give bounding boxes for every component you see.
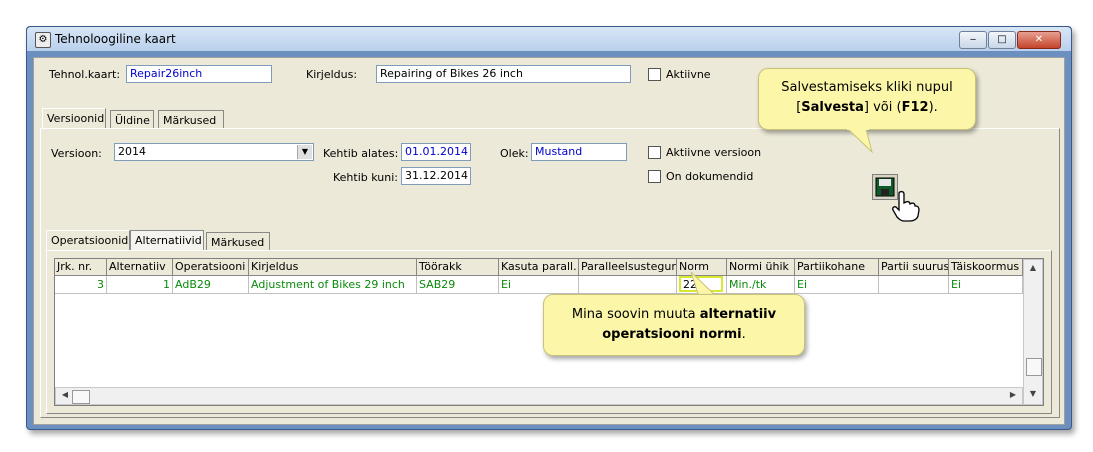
- horizontal-scrollbar[interactable]: ◀ ▶: [55, 387, 1023, 405]
- cell-batch-size[interactable]: [879, 276, 949, 294]
- valid-to-label: Kehtib kuni:: [333, 171, 398, 184]
- col-header-workcell[interactable]: Töörakk: [417, 259, 499, 276]
- save-hint-button-name: Salvesta: [801, 100, 864, 115]
- norm-hint-pre: Mina soovin muuta: [571, 307, 700, 322]
- version-value: 2014: [118, 145, 146, 158]
- col-header-operation[interactable]: Operatsiooni k: [173, 259, 249, 276]
- tab-notes[interactable]: Märkused: [158, 110, 224, 128]
- norm-hint-bold1: alternatiiv: [699, 307, 777, 322]
- col-header-description[interactable]: Kirjeldus: [249, 259, 417, 276]
- window-title: Tehnoloogiline kaart: [55, 32, 176, 46]
- tab-general[interactable]: Üldine: [110, 110, 154, 128]
- col-header-batch-size[interactable]: Partii suurus: [879, 259, 949, 276]
- cell-alternative[interactable]: 1: [107, 276, 173, 294]
- norm-hint-end: .: [741, 327, 746, 342]
- vertical-scroll-thumb[interactable]: [1026, 358, 1042, 376]
- scroll-right-icon[interactable]: ▶: [1006, 389, 1020, 403]
- minimize-button[interactable]: ‒: [959, 31, 987, 49]
- valid-to-field[interactable]: 31.12.2014: [401, 167, 471, 185]
- tab-versions[interactable]: Versioonid: [42, 108, 106, 128]
- description-label: Kirjeldus:: [306, 68, 358, 81]
- cell-description[interactable]: Adjustment of Bikes 29 inch: [249, 276, 417, 294]
- save-hint-line1: Salvestamiseks kliki nupul: [781, 80, 953, 95]
- save-callout-pointer: [846, 128, 873, 154]
- tab-alternatives[interactable]: Alternatiivid: [130, 230, 204, 250]
- status-field[interactable]: Mustand: [531, 143, 627, 161]
- horizontal-scroll-thumb[interactable]: [72, 390, 90, 404]
- version-select[interactable]: 2014 ▼: [114, 143, 314, 161]
- title-bar: ⚙ Tehnoloogiline kaart ‒ □ ✕: [27, 27, 1071, 51]
- cell-seq[interactable]: 3: [55, 276, 107, 294]
- has-documents-checkbox[interactable]: [648, 170, 661, 183]
- col-header-batch-based[interactable]: Partiikohane: [795, 259, 879, 276]
- active-version-label: Aktiivne versioon: [666, 146, 762, 159]
- save-hint-callout: Salvestamiseks kliki nupul [Salvesta] võ…: [758, 68, 976, 130]
- window-app-icon: ⚙: [35, 32, 51, 48]
- cell-use-parallel[interactable]: Ei: [499, 276, 579, 294]
- close-button[interactable]: ✕: [1017, 31, 1061, 49]
- norm-hint-bold2: operatsiooni normi: [602, 327, 742, 342]
- scroll-left-icon[interactable]: ◀: [58, 389, 72, 403]
- col-header-full-load[interactable]: Täiskoormus: [949, 259, 1023, 276]
- cell-workcell[interactable]: SAB29: [417, 276, 499, 294]
- vertical-scrollbar[interactable]: ▲ ▼: [1023, 259, 1043, 405]
- code-label: Tehnol.kaart:: [49, 68, 121, 81]
- cell-batch-based[interactable]: Ei: [795, 276, 879, 294]
- cell-parallel-factor[interactable]: [579, 276, 677, 294]
- valid-from-field[interactable]: 01.01.2014: [401, 143, 471, 161]
- save-hint-key: F12: [901, 100, 929, 115]
- scroll-down-icon[interactable]: ▼: [1026, 388, 1040, 402]
- col-header-parallel-factor[interactable]: Paralleelsustegur: [579, 259, 677, 276]
- tab-operations[interactable]: Operatsioonid: [46, 230, 130, 250]
- save-hint-mid: ] või (: [863, 100, 902, 115]
- col-header-alternative[interactable]: Alternatiiv: [107, 259, 173, 276]
- active-version-checkbox[interactable]: [648, 146, 661, 159]
- maximize-button[interactable]: □: [988, 31, 1016, 49]
- scroll-up-icon[interactable]: ▲: [1026, 262, 1040, 276]
- status-label: Olek:: [500, 147, 529, 160]
- col-header-use-parallel[interactable]: Kasuta parall.: [499, 259, 579, 276]
- col-header-seq[interactable]: Jrk. nr.: [55, 259, 107, 276]
- has-documents-label: On dokumendid: [666, 170, 754, 183]
- norm-hint-callout: Mina soovin muuta alternatiiv operatsioo…: [543, 294, 805, 356]
- description-field[interactable]: Repairing of Bikes 26 inch: [376, 65, 631, 83]
- code-field[interactable]: Repair26inch: [126, 65, 272, 83]
- cell-norm-unit[interactable]: Min./tk: [727, 276, 795, 294]
- hand-cursor-icon: [892, 190, 920, 222]
- dropdown-arrow-icon[interactable]: ▼: [297, 145, 312, 159]
- tab-inner-notes[interactable]: Märkused: [206, 232, 270, 250]
- active-label: Aktiivne: [666, 68, 711, 81]
- active-checkbox[interactable]: [648, 68, 661, 81]
- col-header-norm-unit[interactable]: Normi ühik: [727, 259, 795, 276]
- valid-from-label: Kehtib alates:: [323, 147, 399, 160]
- cell-operation[interactable]: AdB29: [173, 276, 249, 294]
- save-hint-end: ).: [928, 100, 938, 115]
- version-label: Versioon:: [51, 147, 102, 160]
- cell-full-load[interactable]: Ei: [949, 276, 1023, 294]
